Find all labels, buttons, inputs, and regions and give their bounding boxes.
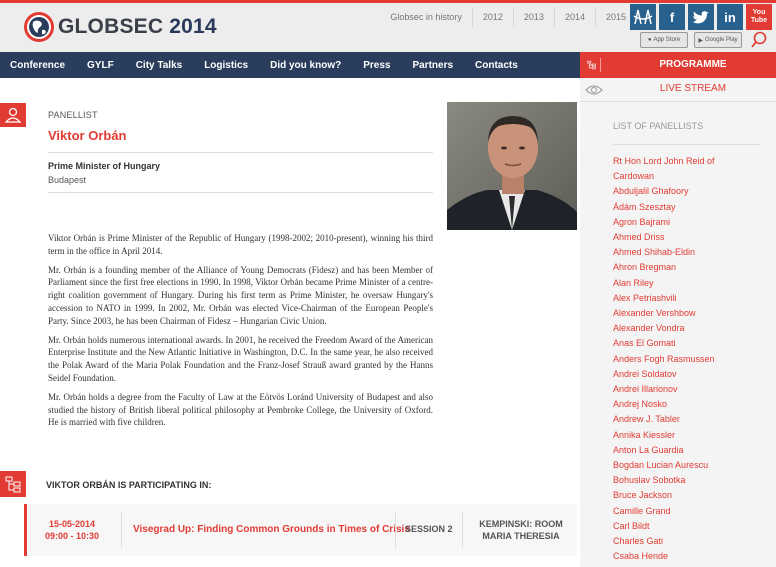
panellist-link[interactable]: Csaba Hende [613, 549, 768, 564]
eye-icon [585, 85, 603, 95]
bio-paragraph: Mr. Orbán is a founding member of the Al… [48, 264, 433, 326]
nav-press[interactable]: Press [363, 60, 390, 71]
header: GLOBSEC 2014 Globsec in history 2012 201… [0, 3, 776, 52]
nav-conference[interactable]: Conference [10, 60, 65, 71]
divider [395, 512, 396, 548]
sidebar-title: LIST OF PANELLISTS [613, 121, 704, 131]
panellist-tab [0, 103, 26, 127]
participating-title: VIKTOR ORBÁN IS PARTICIPATING IN: [46, 480, 212, 490]
linkedin-icon[interactable]: in [717, 4, 743, 30]
panellist-link[interactable]: Annika Kiessler [613, 428, 768, 443]
main-nav: Conference GYLF City Talks Logistics Did… [0, 52, 580, 78]
panellist-link[interactable]: Alan Riley [613, 276, 768, 291]
session-date: 15-05-2014 [48, 519, 96, 529]
programme-button[interactable]: PROGRAMME [580, 52, 776, 78]
panellist-link[interactable]: Andrej Nosko [613, 397, 768, 412]
participating-tab [0, 471, 26, 497]
panellist-link[interactable]: Agron Bajrami [613, 215, 768, 230]
panellist-link[interactable]: Andrew J. Tabler [613, 412, 768, 427]
live-stream-button[interactable]: LIVE STREAM [580, 78, 776, 102]
nav-partners[interactable]: Partners [412, 60, 453, 71]
twitter-icon[interactable] [688, 4, 714, 30]
google-play-badge[interactable]: ▶ Google Play [694, 32, 742, 48]
panellist-link[interactable]: Ahmed Shihab-Eldin [613, 245, 768, 260]
panellist-photo [447, 102, 577, 230]
nav-gylf[interactable]: GYLF [87, 60, 114, 71]
panellist-link[interactable]: Alexander Vondra [613, 321, 768, 336]
panellist-city: Budapest [48, 175, 87, 185]
session-title-link[interactable]: Visegrad Up: Finding Common Grounds in T… [133, 524, 410, 535]
divider [121, 512, 122, 548]
session-number: SESSION 2 [405, 524, 453, 534]
session-time: 09:00 - 10:30 [44, 531, 100, 541]
panellist-link[interactable]: Camille Grand [613, 504, 768, 519]
panellist-link[interactable]: Anders Fogh Rasmussen [613, 352, 768, 367]
panellist-list: Rt Hon Lord John Reid of Cardowan Abdulj… [613, 154, 768, 564]
bio-paragraph: Mr. Orbán holds a degree from the Facult… [48, 391, 433, 428]
social-links: f in You Tube [630, 4, 772, 30]
programme-label: PROGRAMME [659, 59, 727, 70]
panellist-link[interactable]: Anas El Gomati [613, 336, 768, 351]
panellist-link[interactable]: Andrei Illarionov [613, 382, 768, 397]
globe-logo-icon [24, 12, 54, 42]
panellist-sidebar: LIST OF PANELLISTS Rt Hon Lord John Reid… [580, 102, 776, 567]
app-store-badges: ● App Store ▶ Google Play [640, 32, 742, 48]
venue-line: KEMPINSKI: ROOM [479, 519, 563, 529]
panellist-link[interactable]: Charles Gati [613, 534, 768, 549]
panellist-link[interactable]: Anton La Guardia [613, 443, 768, 458]
panellist-link[interactable]: Ahmed Driss [613, 230, 768, 245]
year-link-2012[interactable]: 2012 [471, 7, 513, 27]
panellist-link[interactable]: Alex Petriashvili [613, 291, 768, 306]
divider [462, 512, 463, 548]
section-label: PANELLIST [48, 110, 98, 120]
search-icon[interactable] [750, 31, 768, 49]
apple-icon: ● [647, 37, 652, 43]
session-venue: KEMPINSKI: ROOM MARIA THERESIA [471, 518, 571, 542]
panellist-link[interactable]: Carl Bildt [613, 519, 768, 534]
divider [48, 152, 433, 153]
bridge-icon[interactable] [630, 4, 656, 30]
bio-paragraph: Viktor Orbán is Prime Minister of the Re… [48, 233, 433, 256]
session-datetime: 15-05-2014 09:00 - 10:30 [37, 518, 107, 542]
panellist-link[interactable]: Alexander Vershbow [613, 306, 768, 321]
year-link-2014[interactable]: 2014 [553, 7, 595, 27]
bio-paragraph: Mr. Orbán holds numerous international a… [48, 334, 433, 383]
sitemap-icon [587, 58, 601, 72]
panellist-link[interactable]: Abduljalil Ghafoory [613, 184, 768, 199]
play-icon: ▶ [698, 37, 703, 44]
panellist-link[interactable]: Bogdan Lucian Aurescu [613, 458, 768, 473]
panellist-role: Prime Minister of Hungary [48, 161, 161, 171]
nav-city-talks[interactable]: City Talks [136, 60, 183, 71]
divider [613, 144, 761, 145]
year-links: Globsec in history 2012 2013 2014 2015 [380, 7, 636, 27]
panellist-link[interactable]: Ádám Szesztay [613, 200, 768, 215]
panellist-link[interactable]: Bruce Jackson [613, 488, 768, 503]
session-row[interactable]: 15-05-2014 09:00 - 10:30 Visegrad Up: Fi… [24, 504, 577, 556]
panellist-link[interactable]: Cardowan [613, 169, 768, 184]
panellist-link[interactable]: Bohuslav Sobotka [613, 473, 768, 488]
nav-contacts[interactable]: Contacts [475, 60, 518, 71]
year-link-history[interactable]: Globsec in history [380, 7, 472, 27]
year-link-2013[interactable]: 2013 [512, 7, 554, 27]
nav-logistics[interactable]: Logistics [204, 60, 248, 71]
youtube-icon[interactable]: You Tube [746, 4, 772, 30]
sitemap-icon [5, 476, 21, 493]
facebook-icon[interactable]: f [659, 4, 685, 30]
panellist-bio: Viktor Orbán is Prime Minister of the Re… [48, 232, 433, 435]
person-icon [4, 107, 22, 123]
app-store-badge[interactable]: ● App Store [640, 32, 688, 48]
divider [48, 192, 433, 193]
panellist-link[interactable]: Ahron Bregman [613, 260, 768, 275]
logo-text: GLOBSEC 2014 [58, 15, 217, 38]
panellist-name: Viktor Orbán [48, 128, 127, 143]
live-stream-label: LIVE STREAM [659, 83, 727, 94]
globsec-logo[interactable]: GLOBSEC 2014 [22, 9, 217, 45]
nav-did-you-know[interactable]: Did you know? [270, 60, 341, 71]
venue-line: MARIA THERESIA [482, 531, 560, 541]
panellist-link[interactable]: Andrei Soldatov [613, 367, 768, 382]
panellist-link[interactable]: Rt Hon Lord John Reid of [613, 154, 768, 169]
